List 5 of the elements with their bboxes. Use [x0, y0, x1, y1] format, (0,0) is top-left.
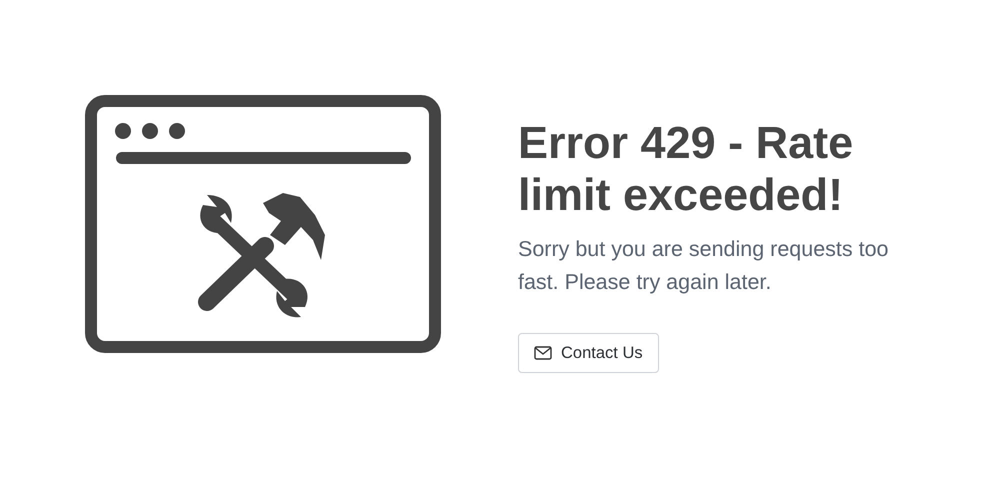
contact-label: Contact Us [561, 344, 643, 362]
contact-button[interactable]: Contact Us [518, 333, 659, 373]
error-message: Sorry but you are sending requests too fast. Please try again later. [518, 236, 890, 296]
error-heading: Error 429 - Rate limit exceeded! [518, 117, 854, 221]
envelope-icon [534, 346, 552, 360]
